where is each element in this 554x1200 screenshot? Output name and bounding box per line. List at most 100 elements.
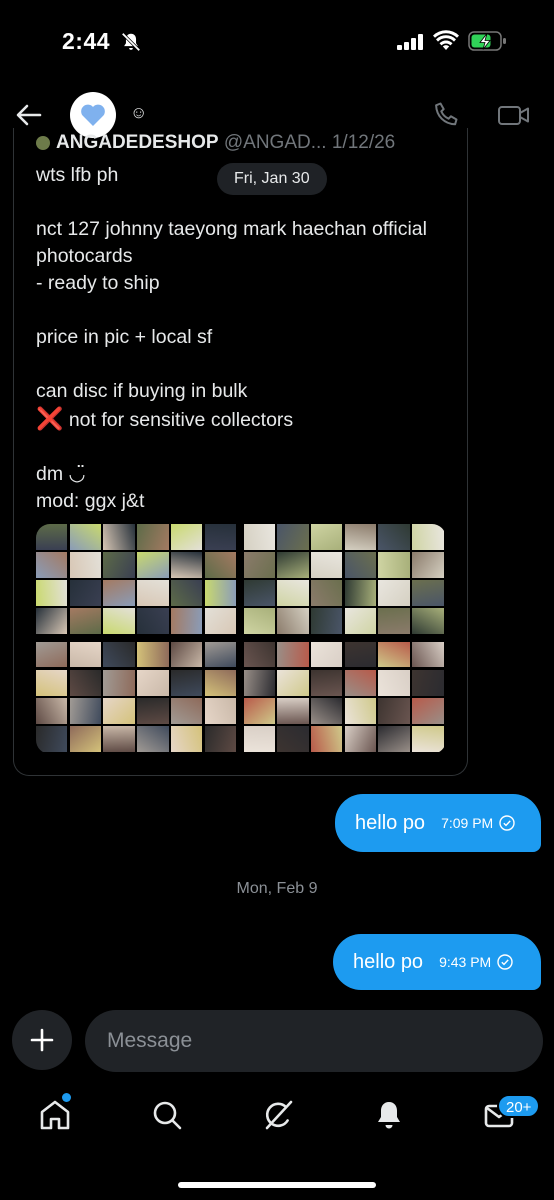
message-time: 9:43 PM — [439, 954, 492, 970]
photocard-tile — [378, 524, 410, 550]
post-author-handle: @ANGAD... — [223, 132, 327, 153]
post-author: ANGADEDESHOP @ANGAD... 1/12/26 — [36, 132, 395, 154]
smile-emoji: ☺ — [130, 103, 148, 122]
photocard-tile — [36, 725, 68, 752]
photocard-tile — [137, 608, 169, 635]
wifi-icon — [433, 30, 459, 50]
bottom-nav — [0, 1085, 554, 1155]
photocard-tile — [277, 552, 309, 578]
add-attachment-button[interactable] — [12, 1010, 72, 1070]
photocard-tile — [137, 669, 169, 696]
photocard-tile — [277, 697, 309, 724]
photocard-tile — [103, 608, 135, 635]
photocard-tile — [243, 580, 275, 607]
photocard-tile — [69, 641, 102, 668]
date-pill: Fri, Jan 30 — [217, 163, 327, 195]
photocard-tile — [412, 552, 444, 578]
photocard-tile — [137, 524, 169, 550]
post-photo-1[interactable] — [36, 524, 239, 637]
photocard-tile — [344, 608, 377, 635]
photocard-tile — [36, 669, 68, 696]
photocard-tile — [170, 641, 203, 668]
photocard-tile — [243, 641, 275, 668]
post-photo-grid[interactable] — [36, 524, 446, 754]
photocard-tile — [103, 552, 135, 578]
grok-icon[interactable] — [260, 1097, 296, 1133]
photocard-tile — [344, 669, 377, 696]
photocard-tile — [412, 697, 444, 724]
photocard-tile — [204, 697, 237, 724]
photocard-tile — [344, 552, 377, 578]
photocard-tile — [277, 524, 309, 550]
cross-mark-icon: ❌ — [36, 406, 64, 431]
photocard-tile — [103, 641, 135, 668]
photocard-tile — [103, 725, 135, 752]
photocard-tile — [204, 552, 237, 578]
post-photo-2[interactable] — [243, 524, 447, 637]
photocard-tile — [69, 608, 102, 635]
photocard-tile — [378, 697, 410, 724]
post-photo-4[interactable] — [243, 641, 447, 755]
photocard-tile — [204, 580, 237, 607]
photocard-tile — [412, 641, 444, 668]
photocard-tile — [170, 552, 203, 578]
photocard-tile — [310, 641, 343, 668]
post-body: wts lfb ph nct 127 johnny taeyong mark h… — [36, 164, 427, 402]
signal-icon — [397, 34, 423, 50]
post-photo-3[interactable] — [36, 641, 239, 755]
photocard-tile — [310, 669, 343, 696]
status-time: 2:44 — [62, 28, 111, 54]
search-icon[interactable] — [149, 1097, 185, 1133]
photocard-tile — [204, 524, 237, 550]
video-call-icon[interactable] — [497, 100, 531, 130]
photocard-tile — [36, 524, 68, 550]
author-avatar-icon — [36, 135, 50, 150]
photocard-tile — [344, 697, 377, 724]
read-check-icon — [497, 954, 513, 970]
photocard-tile — [277, 725, 309, 752]
photocard-tile — [310, 580, 343, 607]
notifications-bell-icon[interactable] — [371, 1097, 407, 1133]
post-author-date: 1/12/26 — [331, 132, 396, 153]
photocard-tile — [344, 725, 377, 752]
post-tail: dm ◡̈ mod: ggx j&t — [36, 463, 145, 512]
photocard-tile — [310, 552, 343, 578]
photocard-tile — [36, 552, 68, 578]
photocard-tile — [378, 580, 410, 607]
message-time: 7:09 PM — [441, 815, 494, 831]
photocard-tile — [277, 608, 309, 635]
photocard-tile — [103, 524, 135, 550]
photocard-tile — [36, 580, 68, 607]
home-icon[interactable] — [37, 1097, 73, 1133]
messages-badge: 20+ — [497, 1094, 541, 1118]
photocard-tile — [137, 697, 169, 724]
message-bubble[interactable]: hello po 9:43 PM — [333, 934, 541, 990]
photocard-tile — [243, 697, 275, 724]
phone-icon[interactable] — [432, 100, 462, 130]
photocard-tile — [412, 725, 444, 752]
photocard-tile — [243, 608, 275, 635]
photocard-tile — [204, 608, 237, 635]
message-input[interactable] — [85, 1010, 543, 1072]
photocard-tile — [103, 580, 135, 607]
photocard-tile — [170, 697, 203, 724]
photocard-tile — [36, 697, 68, 724]
message-text: hello po — [353, 950, 424, 973]
photocard-tile — [277, 641, 309, 668]
photocard-tile — [344, 580, 377, 607]
photocard-tile — [69, 552, 102, 578]
back-arrow-icon[interactable] — [14, 100, 44, 130]
photocard-tile — [69, 580, 102, 607]
photocard-tile — [170, 580, 203, 607]
photocard-tile — [243, 552, 275, 578]
photocard-tile — [243, 725, 275, 752]
photocard-tile — [204, 641, 237, 668]
photocard-tile — [412, 580, 444, 607]
photocard-tile — [310, 524, 343, 550]
home-indicator — [178, 1182, 376, 1188]
photocard-tile — [310, 725, 343, 752]
shared-post-card[interactable]: ANGADEDESHOP @ANGAD... 1/12/26 wts lfb p… — [13, 128, 468, 776]
status-bar: 2:44 — [0, 0, 554, 80]
message-bubble[interactable]: hello po 7:09 PM — [335, 794, 541, 852]
photocard-tile — [36, 641, 68, 668]
